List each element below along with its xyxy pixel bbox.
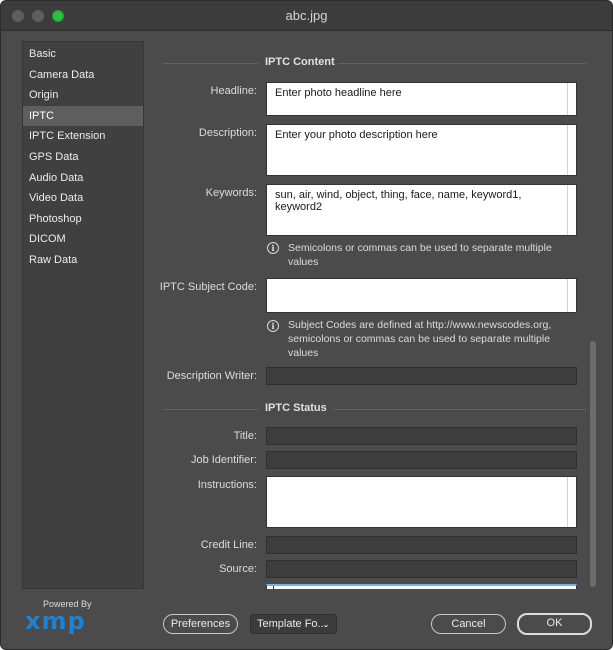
- keywords-label: Keywords:: [205, 187, 257, 199]
- template-folder-dropdown[interactable]: Template Fo... ⌄: [250, 614, 337, 634]
- info-icon: i: [267, 320, 279, 332]
- sidebar-item-video-data[interactable]: Video Data: [23, 188, 143, 209]
- title-bar: abc.jpg: [1, 1, 612, 31]
- title-label: Title:: [233, 430, 257, 442]
- divider: [333, 409, 586, 410]
- instructions-field[interactable]: [266, 476, 577, 528]
- job-identifier-label: Job Identifier:: [190, 454, 257, 466]
- xmp-branding: Powered By xmp: [23, 599, 93, 637]
- description-label: Description:: [198, 127, 257, 139]
- ok-button[interactable]: OK: [517, 613, 592, 635]
- category-sidebar: Basic Camera Data Origin IPTC IPTC Exten…: [22, 41, 144, 589]
- sidebar-item-dicom[interactable]: DICOM: [23, 229, 143, 250]
- description-writer-field[interactable]: [266, 367, 577, 385]
- keywords-field[interactable]: sun, air, wind, object, thing, face, nam…: [266, 184, 577, 236]
- keywords-hint-text: Semicolons or commas can be used to sepa…: [288, 242, 552, 268]
- description-writer-label: Description Writer:: [166, 370, 257, 382]
- divider: [163, 63, 258, 64]
- subject-code-field[interactable]: [266, 278, 577, 313]
- scrollbar-thumb[interactable]: [590, 341, 596, 587]
- text-cursor: [273, 586, 274, 589]
- sidebar-item-gps-data[interactable]: GPS Data: [23, 147, 143, 168]
- field-scroll-divider: [567, 185, 568, 235]
- credit-line-field[interactable]: [266, 536, 577, 554]
- headline-label: Headline:: [210, 85, 257, 97]
- iptc-status-header: IPTC Status: [163, 401, 586, 417]
- job-identifier-field[interactable]: [266, 451, 577, 469]
- credit-line-label: Credit Line:: [200, 539, 257, 551]
- title-field[interactable]: [266, 427, 577, 445]
- section-title: IPTC Content: [265, 56, 335, 68]
- vertical-scrollbar[interactable]: [588, 41, 598, 589]
- preferences-button[interactable]: Preferences: [163, 614, 238, 634]
- source-label: Source:: [219, 563, 257, 575]
- section-title: IPTC Status: [265, 402, 327, 414]
- divider: [338, 63, 586, 64]
- headline-field[interactable]: Enter photo headline here: [266, 82, 577, 116]
- description-field[interactable]: Enter your photo description here: [266, 124, 577, 176]
- iptc-panel: IPTC Content Headline: Enter photo headl…: [151, 41, 598, 589]
- sidebar-item-camera-data[interactable]: Camera Data: [23, 65, 143, 86]
- window-title: abc.jpg: [285, 8, 328, 23]
- sidebar-item-photoshop[interactable]: Photoshop: [23, 209, 143, 230]
- headline-value: Enter photo headline here: [275, 87, 402, 99]
- chevron-down-icon: ⌄: [322, 619, 330, 629]
- sidebar-item-basic[interactable]: Basic: [23, 44, 143, 65]
- sidebar-item-audio-data[interactable]: Audio Data: [23, 168, 143, 189]
- iptc-content-header: IPTC Content: [163, 55, 586, 71]
- sidebar-item-iptc[interactable]: IPTC: [23, 105, 143, 127]
- template-folder-label: Template Fo...: [257, 618, 327, 630]
- sidebar-item-origin[interactable]: Origin: [23, 85, 143, 106]
- field-scroll-divider: [567, 477, 568, 527]
- keywords-value: sun, air, wind, object, thing, face, nam…: [275, 189, 522, 213]
- subject-code-label: IPTC Subject Code:: [159, 281, 257, 293]
- subject-code-hint: i Subject Codes are defined at http://ww…: [266, 319, 577, 359]
- partially-visible-field[interactable]: [266, 584, 577, 589]
- field-scroll-divider: [567, 125, 568, 175]
- source-field[interactable]: [266, 560, 577, 578]
- instructions-label: Instructions:: [197, 479, 257, 491]
- info-icon: i: [267, 242, 279, 254]
- keywords-hint: i Semicolons or commas can be used to se…: [266, 242, 577, 268]
- sidebar-item-iptc-extension[interactable]: IPTC Extension: [23, 126, 143, 147]
- dialog-window: abc.jpg Basic Camera Data Origin IPTC IP…: [0, 0, 613, 650]
- subject-code-hint-text: Subject Codes are defined at http://www.…: [288, 319, 552, 359]
- field-scroll-divider: [567, 279, 568, 312]
- divider: [163, 409, 258, 410]
- description-value: Enter your photo description here: [275, 129, 438, 141]
- sidebar-item-raw-data[interactable]: Raw Data: [23, 250, 143, 271]
- cancel-button[interactable]: Cancel: [431, 614, 506, 634]
- xmp-logo: xmp: [25, 607, 86, 635]
- field-scroll-divider: [567, 83, 568, 115]
